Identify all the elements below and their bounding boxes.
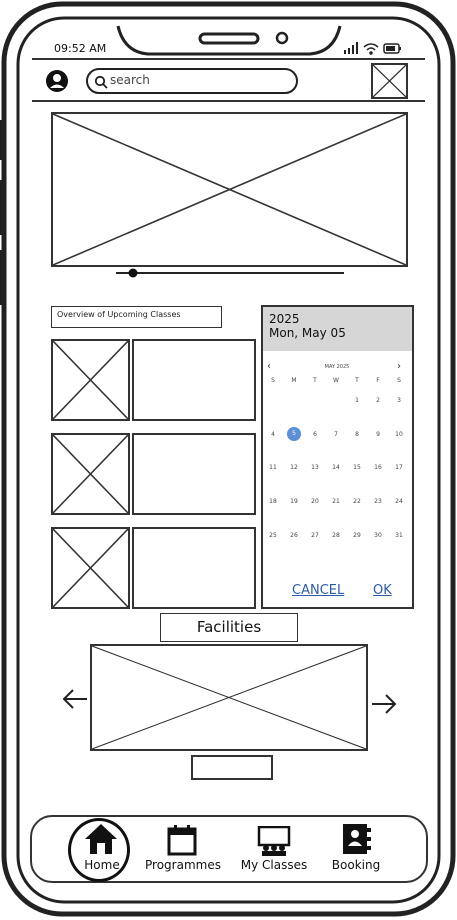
- calendar-day[interactable]: 1: [347, 397, 367, 404]
- search-input[interactable]: search: [86, 68, 298, 94]
- battery-icon: [383, 43, 401, 54]
- class-details-card[interactable]: [132, 527, 256, 609]
- calendar-day[interactable]: 28: [326, 532, 346, 539]
- calendar-day[interactable]: 7: [326, 431, 346, 438]
- calendar-day[interactable]: 29: [347, 532, 367, 539]
- calendar-icon[interactable]: [166, 824, 198, 856]
- calendar-day[interactable]: 2: [368, 397, 388, 404]
- calendar-day[interactable]: 3: [389, 397, 409, 404]
- calendar-day[interactable]: 17: [389, 464, 409, 471]
- date-picker: 2025 Mon, May 05 ‹ MAY 2025 › SMTWTFS 12…: [261, 305, 414, 609]
- signal-icon: [344, 42, 358, 54]
- class-thumbnail[interactable]: [51, 527, 130, 609]
- arrow-right-icon[interactable]: [370, 692, 398, 716]
- calendar-day[interactable]: 16: [368, 464, 388, 471]
- class-details-card[interactable]: [132, 339, 256, 421]
- nav-booking-label[interactable]: Booking: [328, 858, 384, 872]
- status-time: 09:52 AM: [54, 42, 107, 55]
- class-thumbnail[interactable]: [51, 433, 130, 515]
- profile-icon[interactable]: [45, 69, 69, 93]
- search-icon: [94, 75, 108, 89]
- slider-handle: [128, 268, 138, 278]
- calendar-day[interactable]: 22: [347, 498, 367, 505]
- calendar-day[interactable]: 6: [305, 431, 325, 438]
- calendar-day[interactable]: 20: [305, 498, 325, 505]
- calendar-day[interactable]: 13: [305, 464, 325, 471]
- nav-programmes-label[interactable]: Programmes: [143, 858, 223, 872]
- home-icon: [85, 824, 117, 854]
- calendar-day[interactable]: 21: [326, 498, 346, 505]
- calendar-day[interactable]: 14: [326, 464, 346, 471]
- status-icons: [344, 42, 401, 55]
- facilities-image: [90, 644, 368, 751]
- calendar-day-selected[interactable]: 5: [287, 427, 301, 441]
- calendar-day[interactable]: 9: [368, 431, 388, 438]
- upcoming-classes-title: Overview of Upcoming Classes: [51, 306, 222, 328]
- calendar-day[interactable]: 4: [263, 431, 283, 438]
- class-thumbnail[interactable]: [51, 339, 130, 421]
- calendar-day[interactable]: 19: [284, 498, 304, 505]
- calendar-day[interactable]: 10: [389, 431, 409, 438]
- nav-home-label: Home: [84, 858, 120, 872]
- hero-banner-image: [51, 112, 408, 267]
- ok-button[interactable]: OK: [373, 583, 392, 598]
- calendar-day[interactable]: 15: [347, 464, 367, 471]
- calendar-day[interactable]: 8: [347, 431, 367, 438]
- calendar-day[interactable]: 24: [389, 498, 409, 505]
- calendar-day[interactable]: 27: [305, 532, 325, 539]
- hero-slider[interactable]: [112, 266, 348, 280]
- cancel-button[interactable]: CANCEL: [292, 583, 344, 598]
- calendar-day[interactable]: 11: [263, 464, 283, 471]
- wifi-icon: [363, 43, 379, 55]
- classroom-icon[interactable]: [257, 826, 291, 856]
- calendar-day[interactable]: 12: [284, 464, 304, 471]
- booking-icon[interactable]: [341, 822, 373, 856]
- facilities-title: Facilities: [160, 613, 298, 642]
- calendar-day[interactable]: 26: [284, 532, 304, 539]
- nav-my-classes-label[interactable]: My Classes: [237, 858, 311, 872]
- menu-placeholder-button[interactable]: [371, 63, 408, 99]
- calendar-day[interactable]: 31: [389, 532, 409, 539]
- calendar-day[interactable]: 30: [368, 532, 388, 539]
- search-placeholder: search: [110, 73, 150, 87]
- facilities-button[interactable]: [191, 755, 273, 780]
- calendar-grid: 1 2 3 4 5 6 7 8 9 10 11 12 13 14 15 16 17 18 19 20 21 22 23 24 2…: [263, 307, 412, 607]
- calendar-day[interactable]: 25: [263, 532, 283, 539]
- calendar-day[interactable]: 23: [368, 498, 388, 505]
- class-details-card[interactable]: [132, 433, 256, 515]
- arrow-left-icon[interactable]: [61, 687, 89, 711]
- calendar-day[interactable]: 18: [263, 498, 283, 505]
